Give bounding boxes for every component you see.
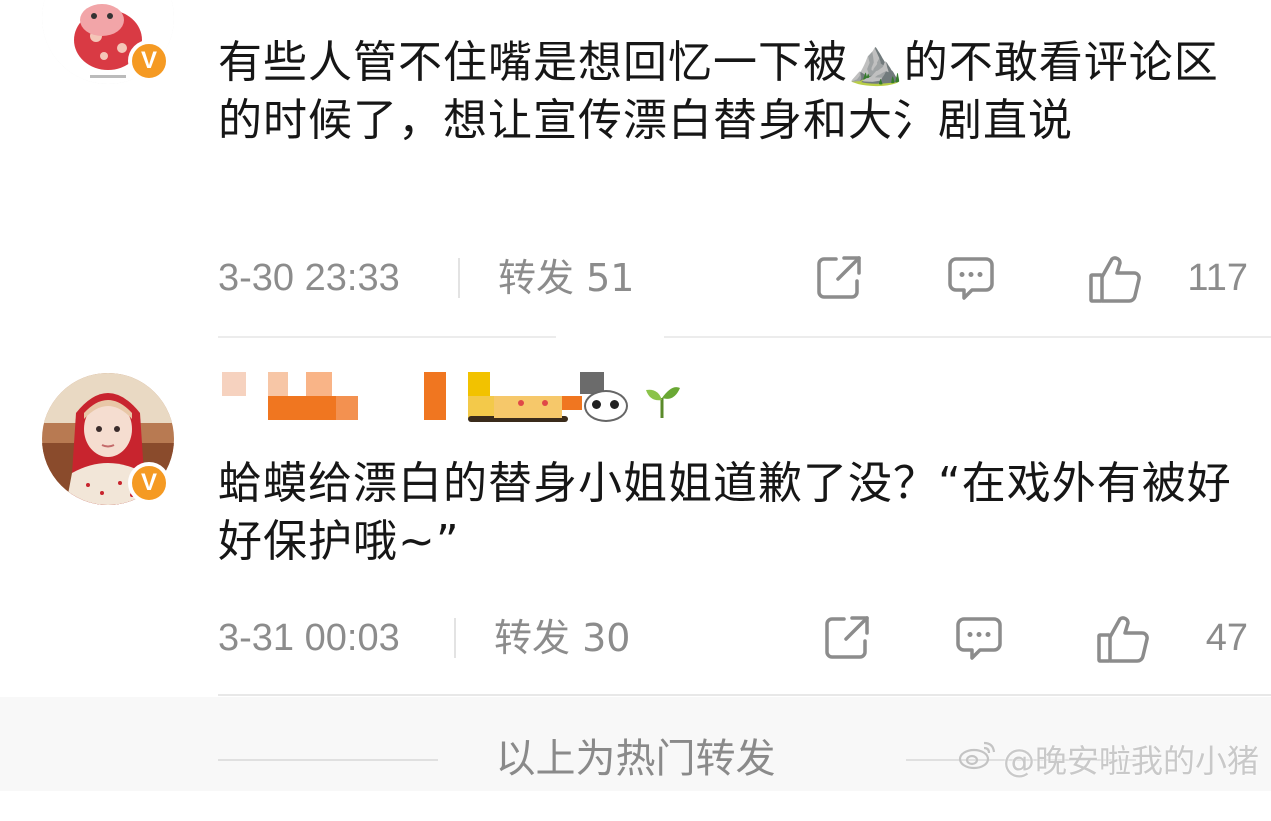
panda-icon	[584, 390, 628, 422]
timestamp: 3-31 00:03	[218, 617, 400, 659]
share-icon[interactable]	[814, 253, 864, 313]
share-icon[interactable]	[822, 613, 872, 673]
verified-badge-icon: V	[128, 40, 170, 82]
username-blurred[interactable]	[218, 0, 518, 4]
like-count: 47	[1205, 617, 1248, 659]
comment-meta: 3-30 23:33 转发 51 117	[218, 248, 1248, 308]
comment-text: 蛤蟆给漂白的替身小姐姐道歉了没？“在戏外有被好好保护哦~”	[218, 458, 1232, 567]
comment-text: 有些人管不住嘴是想回忆一下被⛰️的不敢看评论区的时候了，想让宣传漂白替身和大氵剧…	[218, 37, 1219, 146]
thumbs-up-icon[interactable]	[1088, 253, 1142, 315]
sprout-icon	[642, 380, 682, 424]
repost-count[interactable]: 转发 51	[498, 248, 634, 308]
thumbs-up-icon[interactable]	[1096, 613, 1150, 675]
watermark-text: @晚安啦我的小猪	[1002, 742, 1259, 780]
verified-badge-icon: V	[128, 462, 170, 504]
comment-meta: 3-31 00:03 转发 30 47	[218, 608, 1248, 668]
timestamp: 3-30 23:33	[218, 257, 400, 299]
comment-icon[interactable]	[946, 253, 996, 313]
meta-divider	[458, 258, 460, 298]
weibo-watermark: @晚安啦我的小猪	[957, 736, 1259, 782]
comment-divider	[664, 336, 1271, 338]
comment-divider	[218, 336, 556, 338]
comment-divider	[218, 694, 1271, 696]
username-blurred[interactable]	[218, 370, 698, 426]
comment-icon[interactable]	[954, 613, 1004, 673]
meta-divider	[454, 618, 456, 658]
like-count: 117	[1187, 257, 1248, 299]
weibo-logo-icon	[957, 739, 997, 779]
repost-count[interactable]: 转发 30	[494, 608, 630, 668]
